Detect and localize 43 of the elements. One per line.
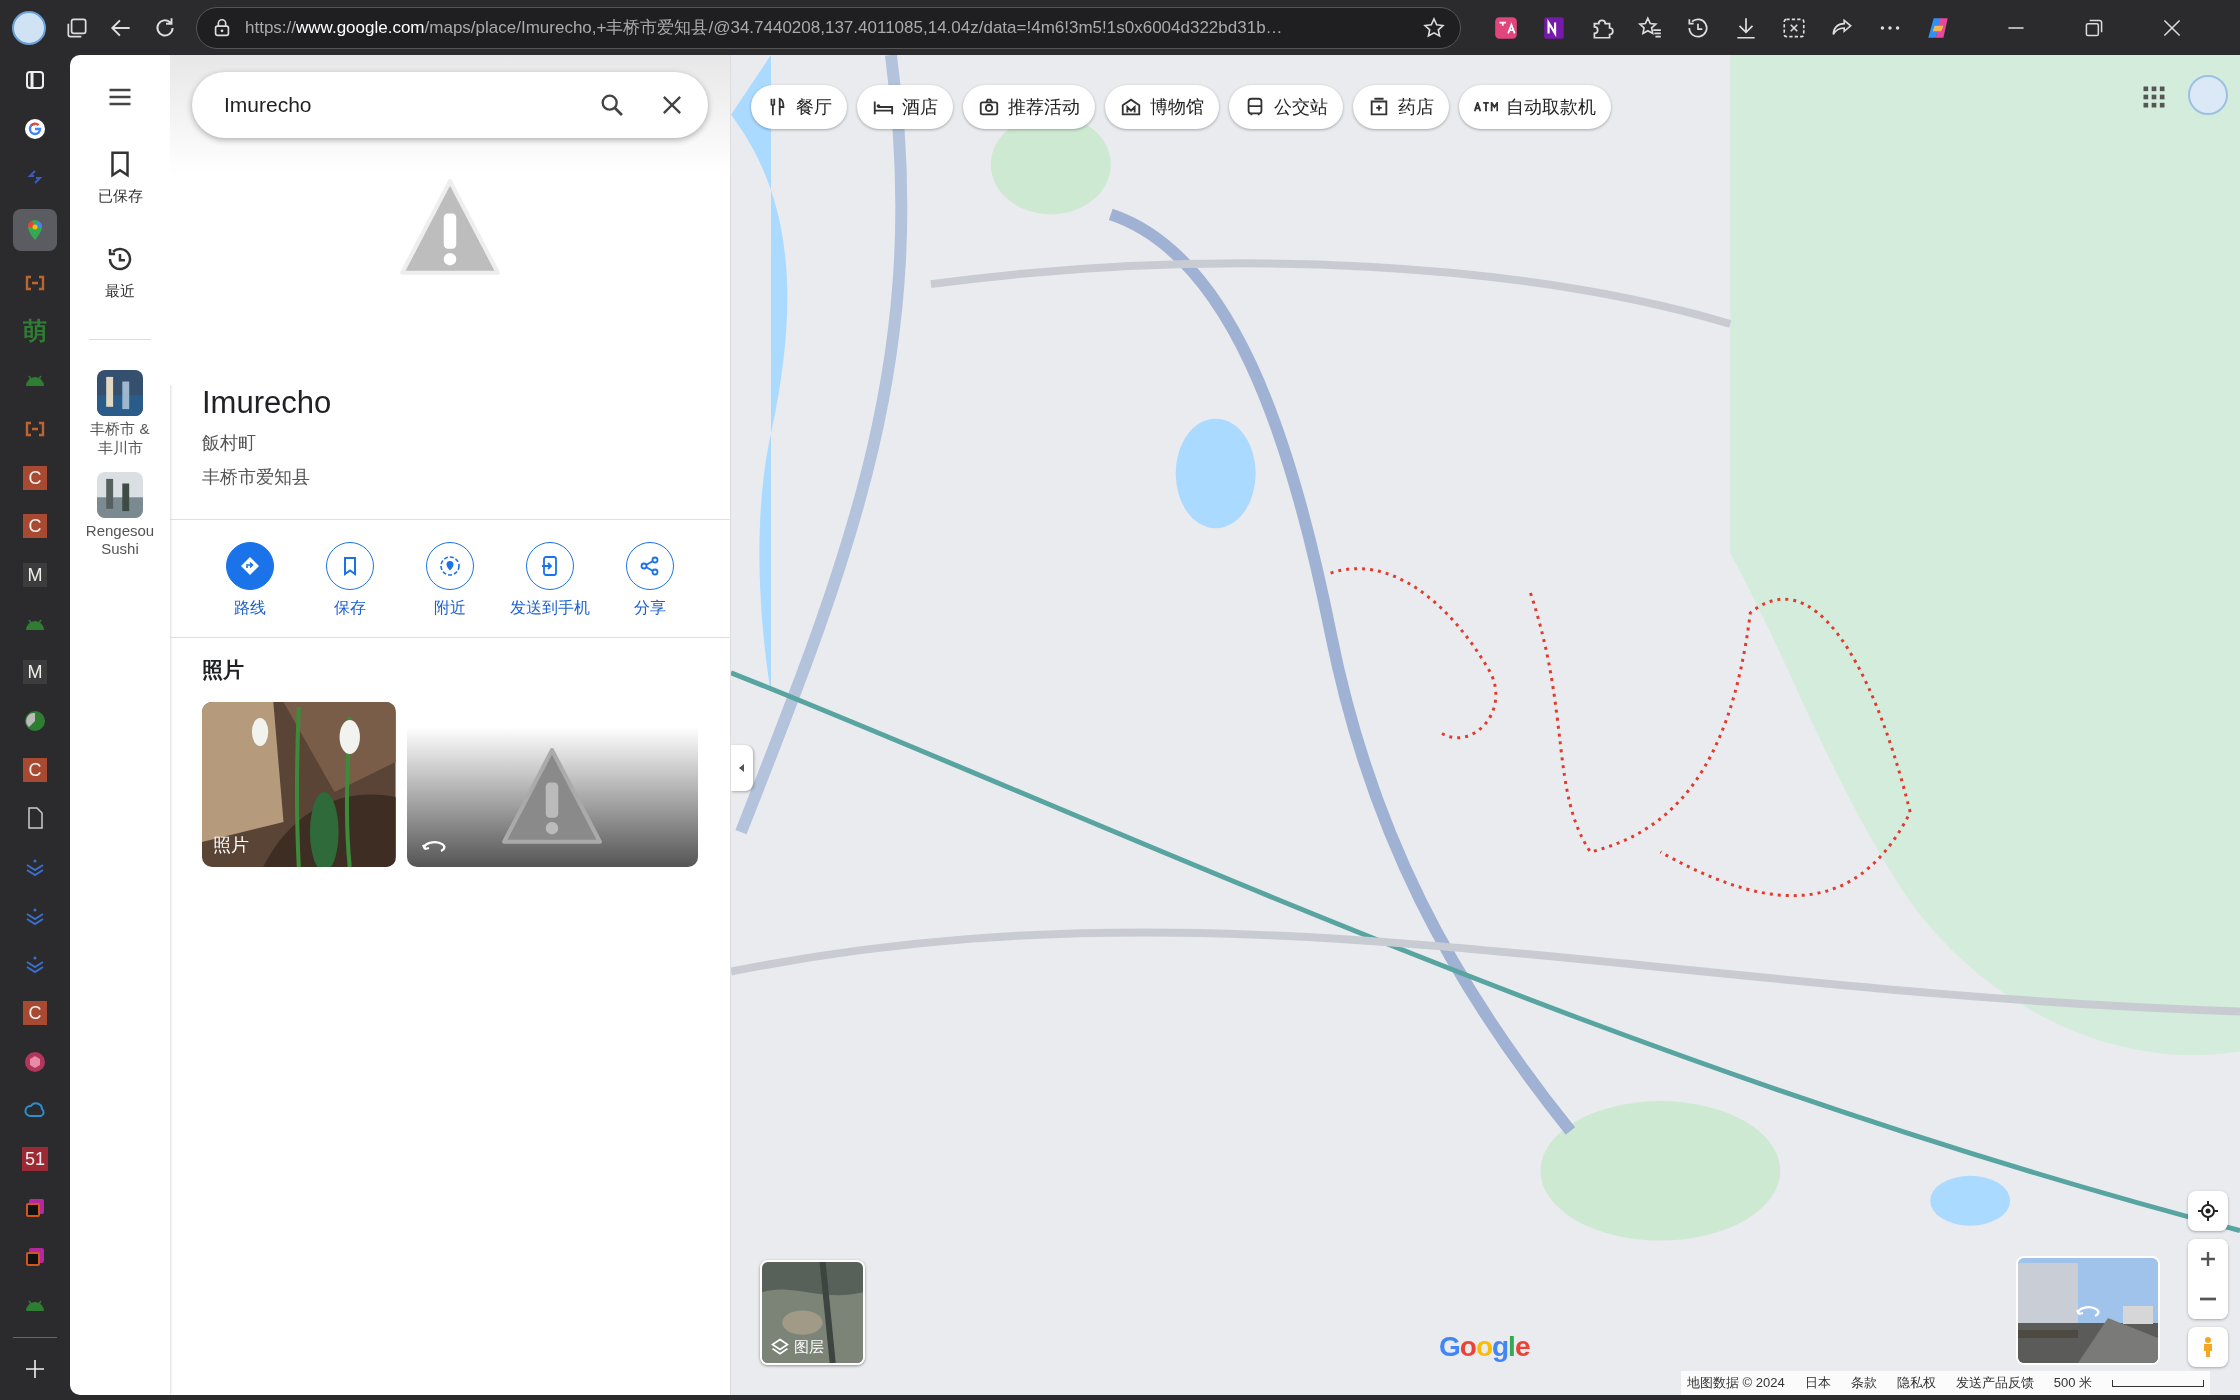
- place-address: 丰桥市爱知县: [202, 466, 311, 489]
- app-letter-icon: C: [23, 1001, 47, 1026]
- street-view-tile[interactable]: [406, 727, 698, 867]
- place-title: Imurecho: [202, 385, 333, 421]
- sidebar-app-button[interactable]: C: [15, 460, 55, 495]
- app-letter-icon: 51: [22, 1147, 48, 1172]
- action-button[interactable]: 路线: [200, 542, 300, 619]
- profile-avatar[interactable]: [12, 10, 46, 45]
- google-icon: [23, 116, 47, 141]
- nearby-pin-icon: [438, 554, 462, 578]
- action-button[interactable]: 分享: [600, 542, 700, 619]
- app-letter-icon: C: [23, 514, 47, 539]
- action-button[interactable]: 保存: [300, 542, 400, 619]
- app-letter-icon: 萌: [23, 315, 47, 348]
- photo-label: 照片: [213, 834, 249, 857]
- address-bar[interactable]: https://www.google.com/maps/place/Imurecho,+丰桥市爱知县/@34.7440208,137.4011085,14.04z/data=!4m6!3m5!1s0x6004d322bd31b…: [196, 6, 1461, 49]
- search-field[interactable]: Imurecho: [192, 72, 708, 138]
- app-letter-icon: C: [23, 465, 47, 490]
- place-address: 飯村町: [202, 432, 257, 455]
- app-letter-icon: C: [23, 757, 47, 782]
- url-text: https://www.google.com/maps/place/Imurecho,+丰桥市爱知县/@34.7440208,137.4011085,14.04z/data=!4m6!3m5!1s0x6004d322bd31b…: [245, 17, 1284, 39]
- sidebar-app-button[interactable]: M: [15, 557, 55, 592]
- rail-button[interactable]: 已保存: [97, 149, 143, 206]
- rail-button[interactable]: 最近: [105, 244, 135, 301]
- favorite-star-icon[interactable]: [1422, 15, 1446, 40]
- cube-icon: [23, 1049, 47, 1074]
- action-button[interactable]: 发送到手机: [500, 542, 600, 619]
- photo-tile[interactable]: 照片: [202, 702, 396, 867]
- sidebar-app-button[interactable]: C: [15, 752, 55, 787]
- recent-place[interactable]: Rengesou Sushi: [85, 471, 155, 559]
- sidebar-app-button[interactable]: C: [15, 509, 55, 544]
- app-letter-icon: M: [23, 660, 47, 685]
- section-heading: 照片: [202, 657, 245, 683]
- sidebar-panel-icon: [23, 68, 47, 92]
- sidebar-app-button[interactable]: C: [15, 996, 55, 1031]
- recent-place[interactable]: 丰桥市 & 丰川市: [90, 370, 150, 458]
- notebook-icon[interactable]: [1541, 14, 1567, 41]
- app-letter-icon: M: [23, 562, 47, 587]
- action-button[interactable]: 附近: [400, 542, 500, 619]
- sidebar-app-button[interactable]: M: [15, 655, 55, 690]
- pie-icon: [23, 708, 47, 733]
- translate-icon[interactable]: [1493, 14, 1519, 41]
- sidebar-app-button[interactable]: 51: [15, 1142, 55, 1177]
